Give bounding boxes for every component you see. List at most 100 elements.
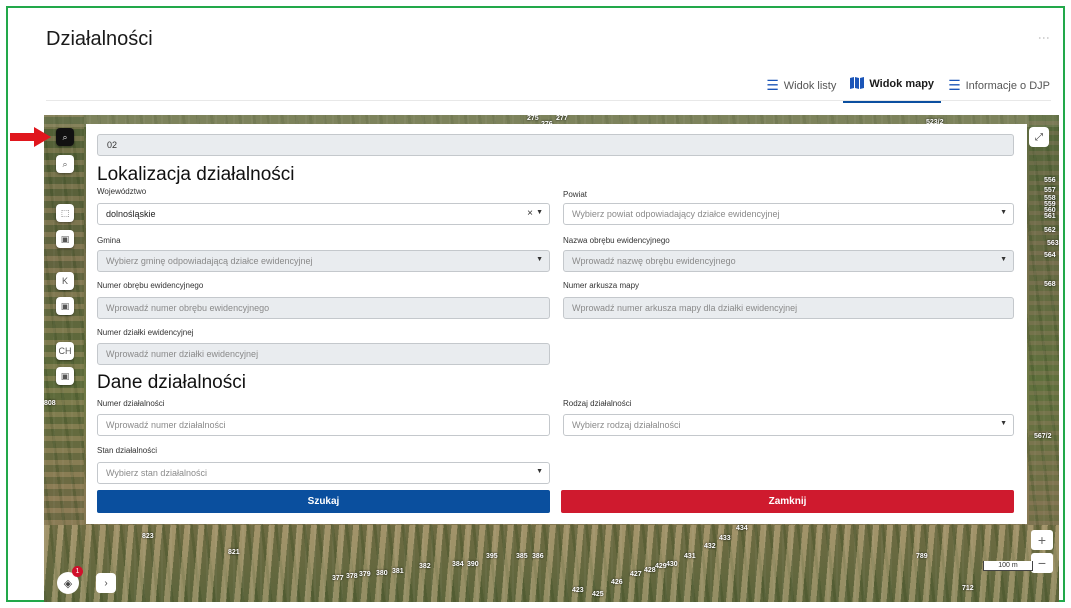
page-title: Działalności (46, 28, 153, 50)
map-parcel-label: 277 (556, 115, 568, 122)
field-label: Nazwa obrębu ewidencyjnego (563, 236, 670, 245)
map-parcel-label: 384 (452, 561, 464, 568)
map-parcel-label: 423 (572, 587, 584, 594)
field-label: Rodzaj działalności (563, 399, 632, 408)
map-parcel-label: 568 (1044, 281, 1056, 288)
search-button[interactable]: Szukaj (97, 490, 550, 513)
field-label: Gmina (97, 236, 121, 245)
more-options-icon[interactable]: ⋮ (1037, 32, 1051, 44)
field-label: Numer działki ewidencyjnej (97, 328, 194, 337)
document-icon[interactable]: ▣ (56, 367, 74, 385)
section-title-activity: Dane działalności (97, 372, 246, 393)
map-parcel-label: 434 (736, 525, 748, 532)
fullscreen-icon[interactable]: ⤢ (1029, 127, 1049, 147)
layers-count-badge: 1 (72, 566, 83, 577)
parcel-number-input[interactable]: Wprowadź numer działki ewidencyjnej (97, 343, 550, 365)
field-label: Stan działalności (97, 446, 158, 455)
map-scale-bar: 100 m (983, 561, 1033, 571)
list-icon: ☰ (766, 77, 779, 93)
voivodeship-select[interactable]: dolnośląskie × ▼ (97, 203, 550, 225)
search-icon[interactable]: ⌕ (56, 155, 74, 173)
ch-layer-button[interactable]: CH (56, 342, 74, 360)
map-parcel-label: 275 (527, 115, 539, 122)
county-select[interactable]: Wybierz powiat odpowiadający działce ewi… (563, 203, 1014, 225)
search-panel-toggle-icon[interactable]: ⌕ (56, 128, 74, 146)
map-parcel-label: 380 (376, 570, 388, 577)
map-parcel-label: 821 (228, 549, 240, 556)
map-parcel-label: 395 (486, 553, 498, 560)
map-parcel-label: 377 (332, 575, 344, 582)
tab-djp-info[interactable]: ☰ Informacje o DJP (941, 71, 1057, 103)
zoom-in-button[interactable]: + (1031, 530, 1053, 550)
activity-type-select[interactable]: Wybierz rodzaj działalności ▼ (563, 414, 1014, 436)
zoom-out-button[interactable]: − (1031, 553, 1053, 573)
map-parcel-label: 561 (1044, 213, 1056, 220)
tab-label: Widok mapy (869, 78, 935, 90)
document-icon[interactable]: ▣ (56, 297, 74, 315)
tab-label: Informacje o DJP (965, 79, 1050, 92)
chevron-down-icon: ▼ (536, 209, 543, 216)
view-tabs: ☰ Widok listy Widok mapy ☰ Informacje o … (759, 70, 1057, 103)
activity-state-placeholder: Wybierz stan działalności (106, 468, 207, 478)
section-title-location: Lokalizacja działalności (97, 164, 295, 185)
field-label: Numer obrębu ewidencyjnego (97, 281, 204, 290)
field-label: Numer działalności (97, 399, 165, 408)
map-parcel-label: 428 (644, 567, 656, 574)
precinct-number-placeholder: Wprowadź numer obrębu ewidencyjnego (106, 303, 270, 313)
field-label: Województwo (97, 187, 147, 196)
map-parcel-label: 429 (655, 563, 667, 570)
chevron-down-icon: ▼ (536, 256, 543, 263)
map-parcel-label: 823 (142, 533, 154, 540)
map-parcel-label: 557 (1044, 187, 1056, 194)
chevron-down-icon: ▼ (536, 468, 543, 475)
activity-number-input[interactable]: Wprowadź numer działalności (97, 414, 550, 436)
commune-select[interactable]: Wybierz gminę odpowiadającą działce ewid… (97, 250, 550, 272)
map-parcel-label: 430 (666, 561, 678, 568)
map-parcel-label: 385 (516, 553, 528, 560)
map-parcel-label: 433 (719, 535, 731, 542)
red-arrow-pointer-icon (10, 127, 51, 147)
map-parcel-label: 381 (392, 568, 404, 575)
map-parcel-label: 789 (916, 553, 928, 560)
select-area-icon[interactable]: ⬚ (56, 204, 74, 222)
activity-state-select[interactable]: Wybierz stan działalności ▼ (97, 462, 550, 484)
search-panel: 02 Lokalizacja działalności Województwo … (86, 124, 1027, 524)
tab-list-view[interactable]: ☰ Widok listy (759, 71, 843, 103)
map-parcel-label: 712 (962, 585, 974, 592)
chevron-down-icon: ▼ (1000, 209, 1007, 216)
map-parcel-label: 425 (592, 591, 604, 598)
map-parcel-label: 379 (359, 571, 371, 578)
map-parcel-label: 426 (611, 579, 623, 586)
clear-icon[interactable]: × (527, 208, 533, 219)
map-parcel-label: 808 (44, 400, 56, 407)
header-divider (46, 100, 1051, 101)
precinct-number-input[interactable]: Wprowadź numer obrębu ewidencyjnego (97, 297, 550, 319)
map-icon (850, 76, 865, 92)
field-label: Numer arkusza mapy (563, 281, 640, 290)
document-icon[interactable]: ▣ (56, 230, 74, 248)
parcel-number-placeholder: Wprowadź numer działki ewidencyjnej (106, 349, 259, 359)
activity-type-placeholder: Wybierz rodzaj działalności (572, 420, 681, 430)
map-parcel-label: 567/2 (1034, 433, 1052, 440)
field-label: Powiat (563, 190, 588, 199)
precinct-name-placeholder: Wprowadź nazwę obrębu ewidencyjnego (572, 256, 736, 266)
list-icon: ☰ (948, 77, 961, 93)
commune-placeholder: Wybierz gminę odpowiadającą działce ewid… (106, 256, 313, 266)
voivodeship-value: dolnośląskie (106, 209, 156, 219)
activity-number-placeholder: Wprowadź numer działalności (106, 420, 226, 430)
precinct-name-select[interactable]: Wprowadź nazwę obrębu ewidencyjnego ▼ (563, 250, 1014, 272)
map-parcel-label: 378 (346, 573, 358, 580)
map-sheet-input[interactable]: Wprowadź numer arkusza mapy dla działki … (563, 297, 1014, 319)
tab-map-view[interactable]: Widok mapy (843, 70, 942, 103)
expand-panel-chevron-icon[interactable]: › (96, 573, 116, 593)
k-layer-button[interactable]: K (56, 272, 74, 290)
map-parcel-label: 563 (1047, 240, 1059, 247)
map-parcel-label: 432 (704, 543, 716, 550)
chevron-down-icon: ▼ (1000, 256, 1007, 263)
chevron-down-icon: ▼ (1000, 420, 1007, 427)
map-parcel-label: 556 (1044, 177, 1056, 184)
quick-search-field[interactable]: 02 (97, 134, 1014, 156)
map-parcel-label: 562 (1044, 227, 1056, 234)
map-sheet-placeholder: Wprowadź numer arkusza mapy dla działki … (572, 303, 798, 313)
close-button[interactable]: Zamknij (561, 490, 1014, 513)
